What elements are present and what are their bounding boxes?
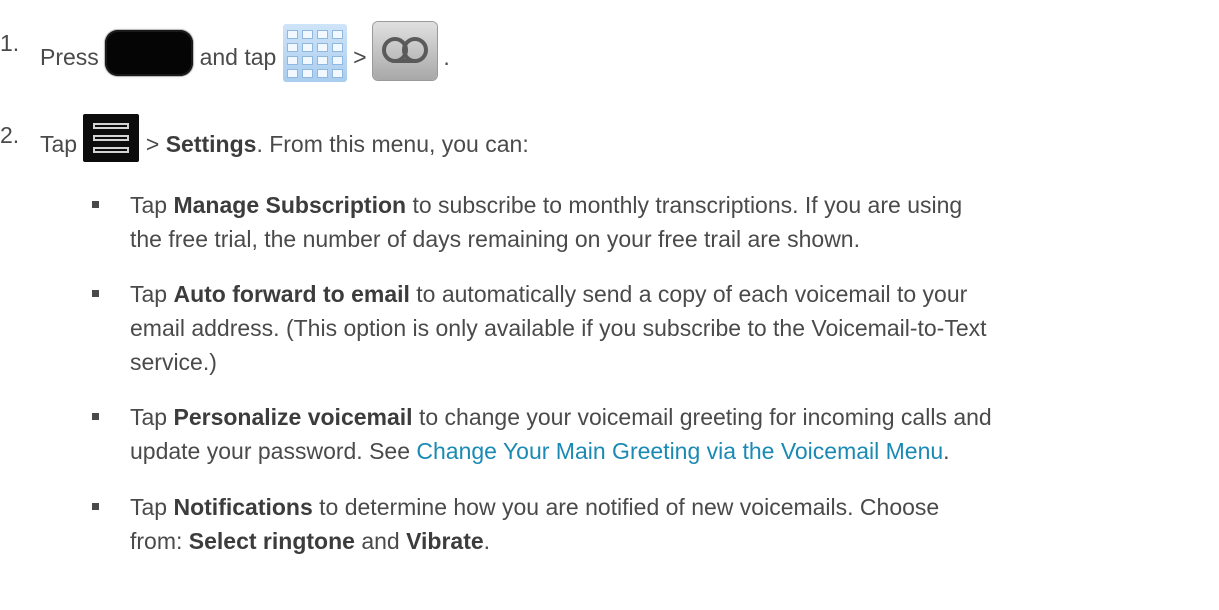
bullet-marker [92, 290, 99, 297]
press-label: Press [40, 44, 99, 71]
step-2-text: Tap > Settings. From this menu, you can: [40, 114, 529, 170]
apps-grid-icon [282, 24, 347, 82]
separator: > [353, 44, 367, 71]
step-number: 1. [0, 30, 20, 56]
bullet-marker [92, 413, 99, 420]
step-1-text: Press and tap > . [40, 22, 450, 88]
list-item-notifications: Tap Notifications to determine how you a… [130, 494, 940, 554]
voicemail-icon [372, 22, 437, 80]
change-greeting-link[interactable]: Change Your Main Greeting via the Voicem… [416, 438, 943, 464]
step-2-rest: . From this menu, you can: [256, 131, 529, 158]
bullet-marker [92, 503, 99, 510]
period: . [443, 44, 450, 71]
settings-label: Settings [165, 131, 257, 158]
tap-label: Tap [40, 131, 78, 158]
home-key-icon [105, 30, 194, 76]
menu-key-icon [83, 114, 140, 162]
bullet-marker [92, 201, 99, 208]
list-item-personalize-voicemail: Tap Personalize voicemail to change your… [130, 404, 992, 464]
list-item-manage-subscription: Tap Manage Subscription to subscribe to … [130, 192, 963, 252]
separator: > [145, 131, 160, 158]
list-item-auto-forward: Tap Auto forward to email to automatical… [130, 281, 987, 375]
step-number: 2. [0, 122, 20, 148]
and-tap-label: and tap [199, 44, 277, 71]
